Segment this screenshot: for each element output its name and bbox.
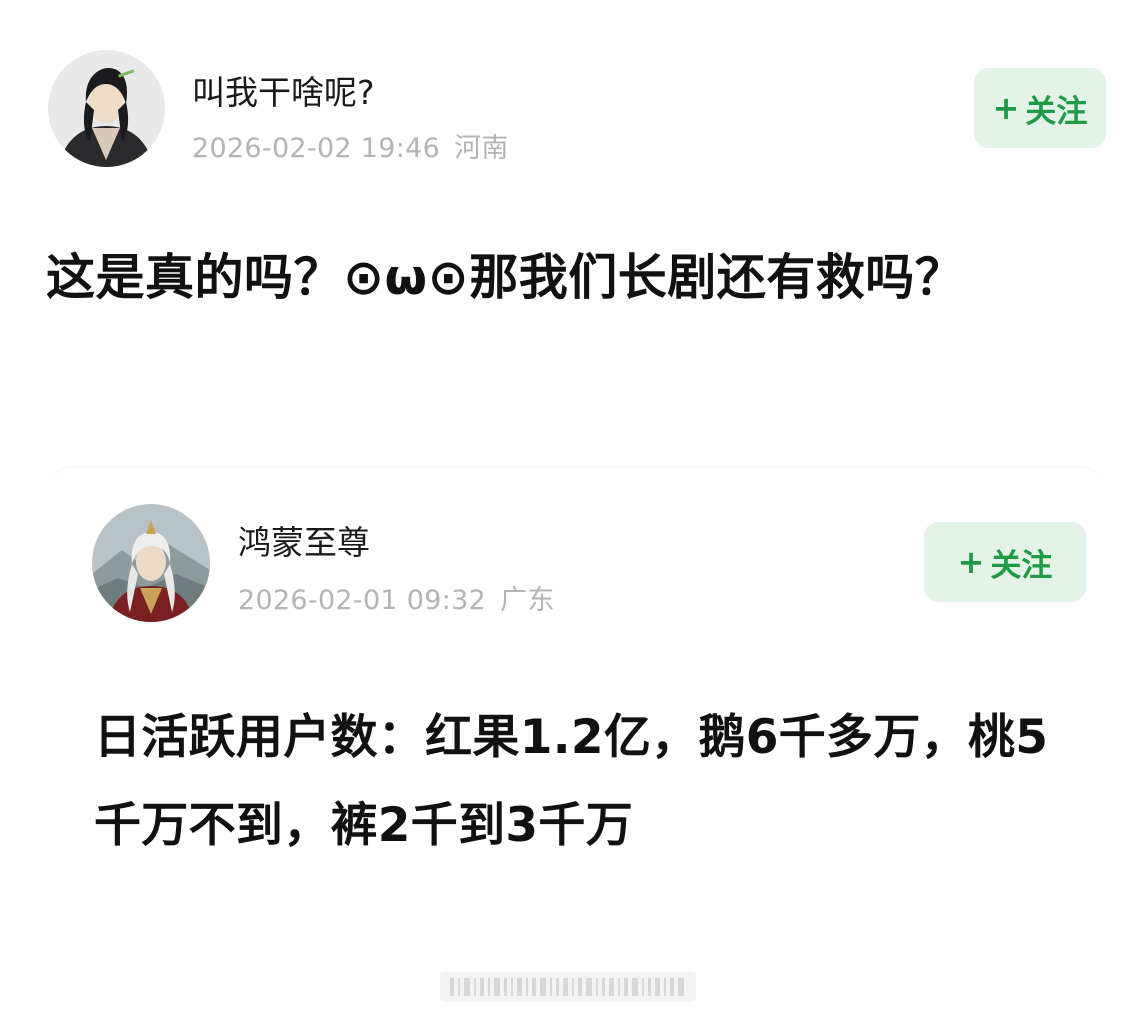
quoted-post-timestamp: 2026-02-01 09:32 xyxy=(238,585,487,616)
author-name[interactable]: 叫我干啥呢? xyxy=(192,66,375,114)
quoted-author-name[interactable]: 鸿蒙至尊 xyxy=(238,516,370,564)
post-timestamp: 2026-02-02 19:46 xyxy=(192,133,441,164)
quoted-post-meta: 2026-02-01 09:32 广东 xyxy=(238,578,555,617)
author-avatar[interactable] xyxy=(48,50,165,167)
quoted-follow-button[interactable]: + 关注 xyxy=(924,522,1086,602)
post-meta: 2026-02-02 19:46 河南 xyxy=(192,126,509,165)
follow-label: 关注 xyxy=(1025,93,1088,130)
quoted-post-location: 广东 xyxy=(500,585,555,616)
post-text: 这是真的吗？⊙ω⊙那我们长剧还有救吗？ xyxy=(46,249,965,306)
avatar-xianxia-warrior-icon xyxy=(92,504,210,622)
post-location: 河南 xyxy=(454,133,509,164)
plus-icon: + xyxy=(957,543,985,581)
quoted-post-text: 日活跃用户数：红果1.2亿，鹅6千多万，桃5千万不到，裤2千到3千万 xyxy=(94,710,1049,853)
quoted-follow-label: 关注 xyxy=(990,547,1053,584)
quoted-author-avatar[interactable] xyxy=(92,504,210,622)
watermark-barcode-icon xyxy=(440,972,696,1002)
plus-icon: + xyxy=(992,89,1020,127)
follow-button[interactable]: + 关注 xyxy=(974,68,1106,148)
avatar-woman-hanfu-icon xyxy=(48,50,165,167)
